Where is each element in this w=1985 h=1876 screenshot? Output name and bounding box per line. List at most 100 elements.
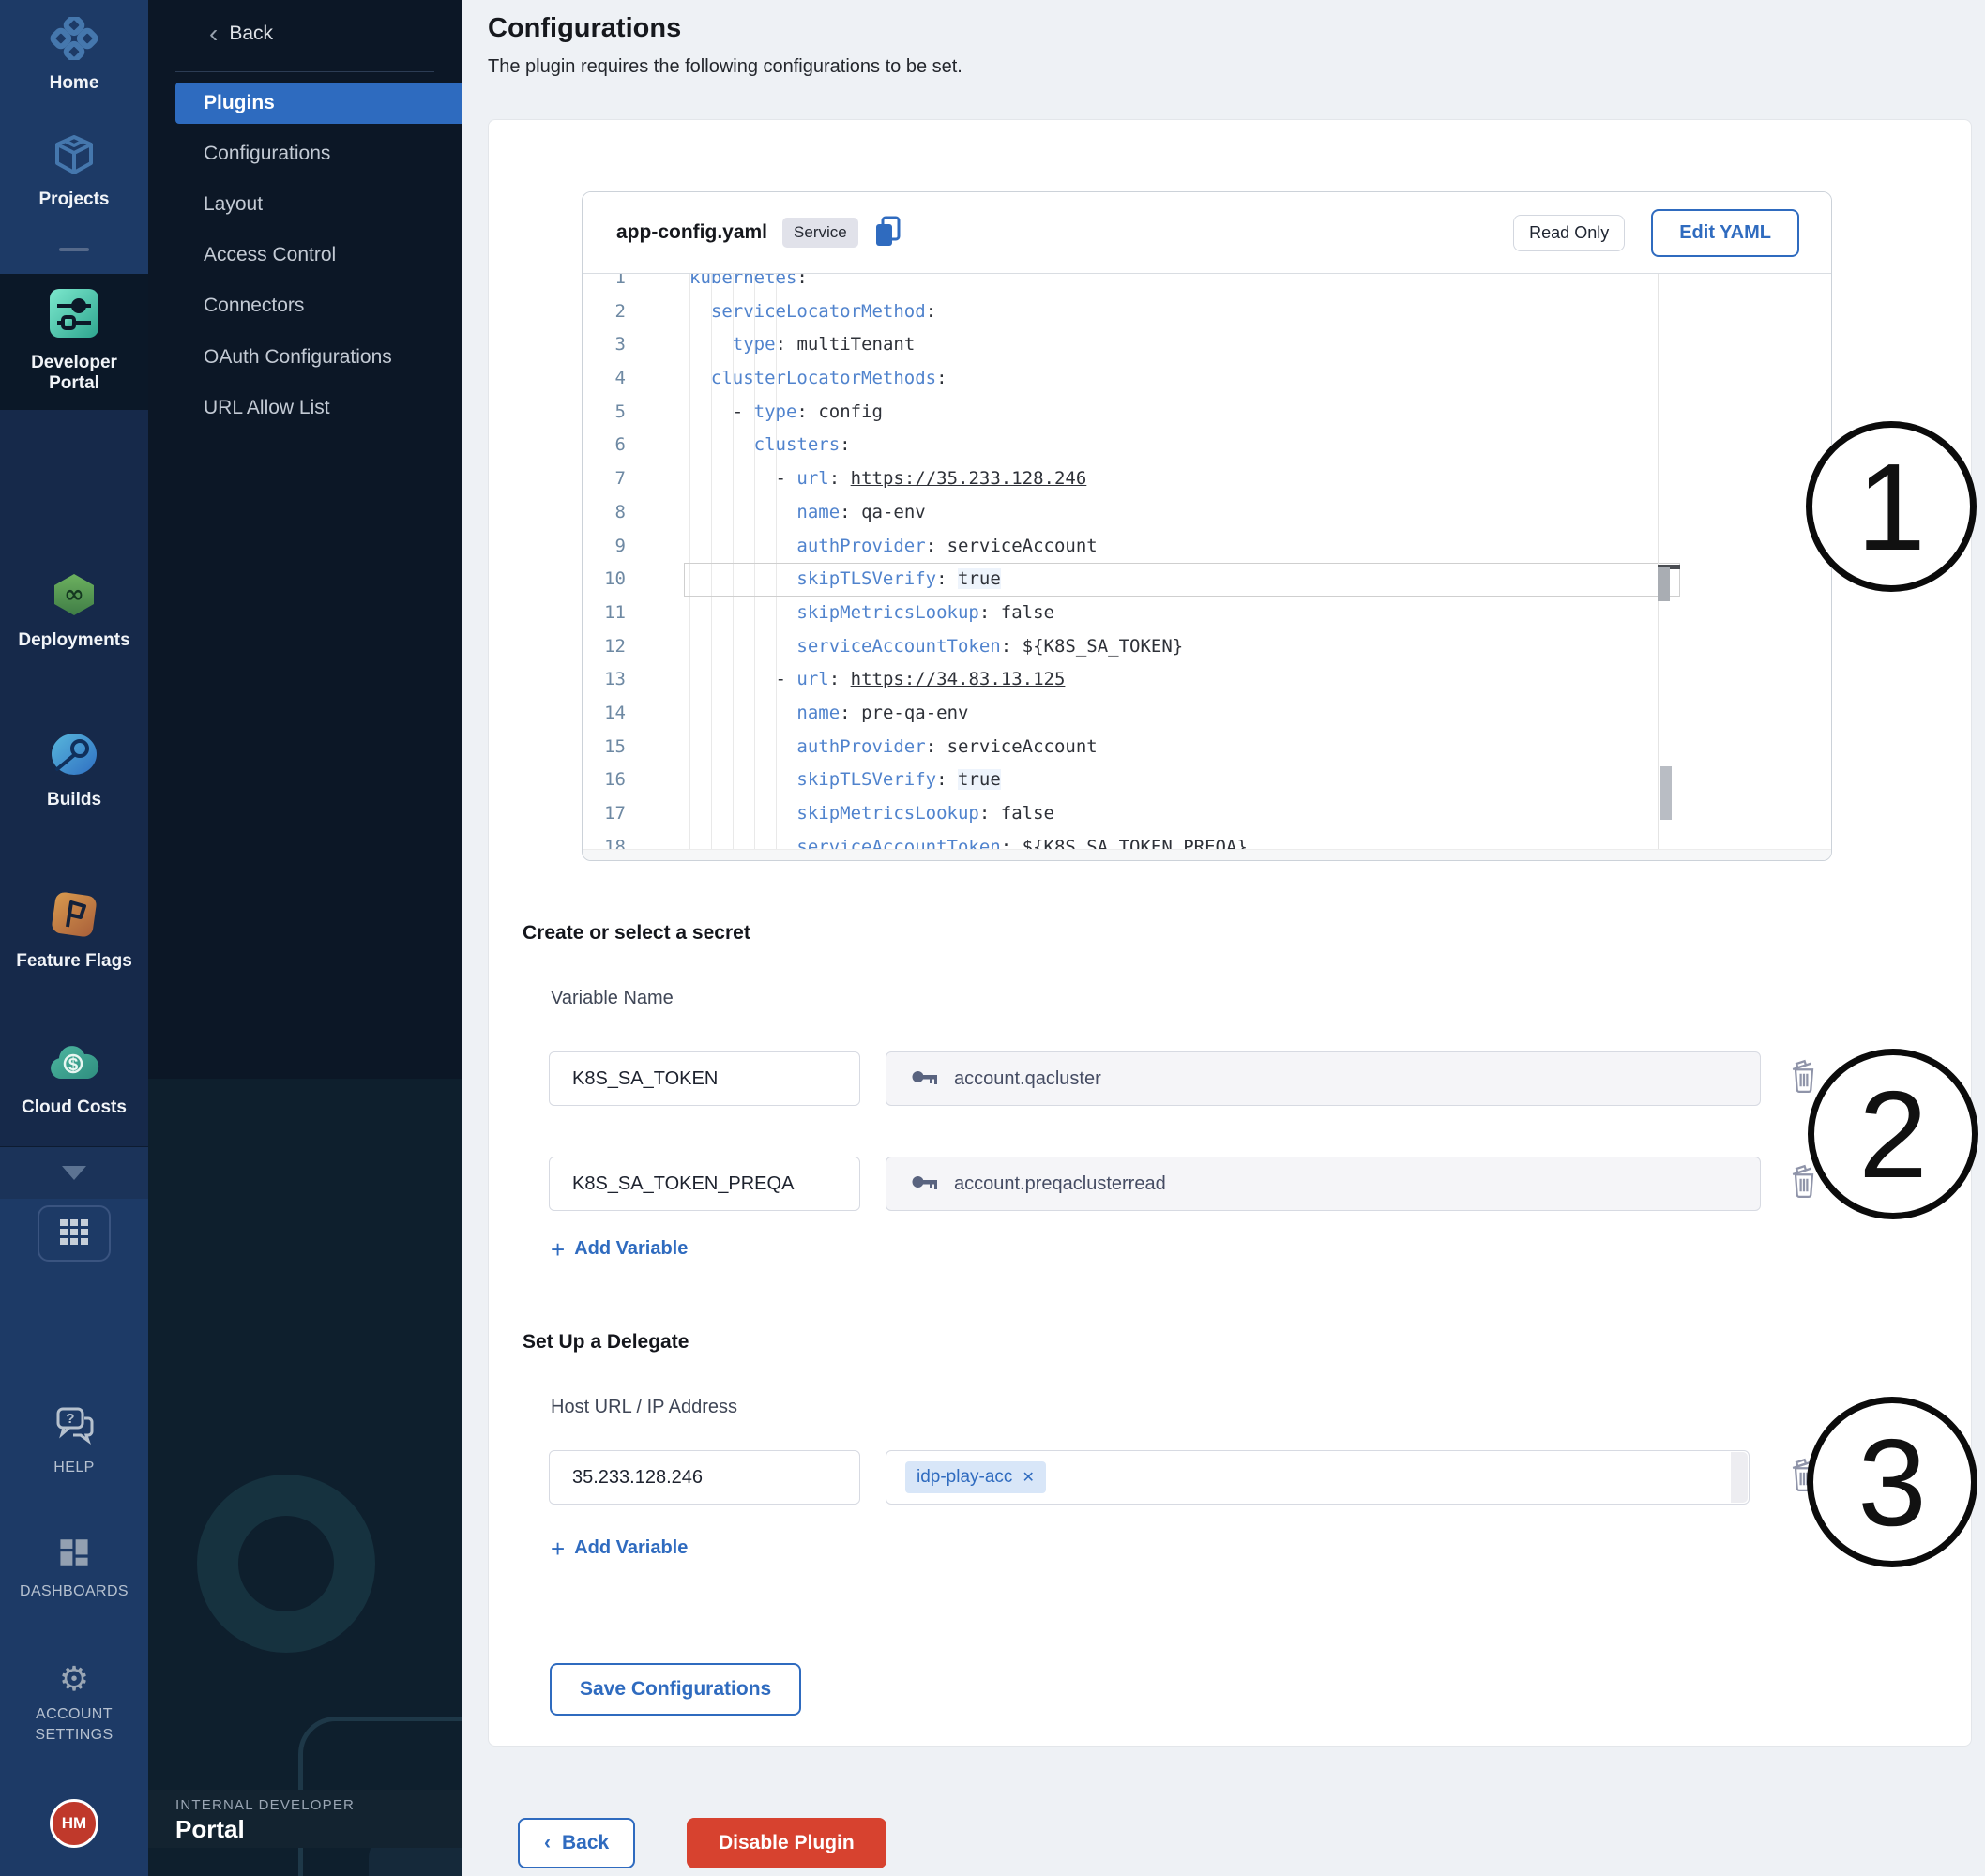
add-variable-label: Add Variable [574, 1537, 688, 1559]
delegate-tag-label: idp-play-acc [917, 1467, 1012, 1488]
secret-select-field[interactable]: account.qacluster [886, 1051, 1761, 1106]
plus-icon: + [551, 1539, 565, 1558]
annotation-circle-2: 2 [1808, 1049, 1978, 1219]
plugin-sidebar: ‹ Back Plugins Configurations Layout Acc… [148, 0, 462, 1876]
copy-icon[interactable] [873, 215, 902, 251]
disable-plugin-button[interactable]: Disable Plugin [687, 1818, 886, 1868]
rail-item-label: DASHBOARDS [20, 1581, 129, 1602]
rail-item-account-settings[interactable]: ⚙ ACCOUNT SETTINGS [0, 1662, 148, 1746]
delegate-tags-field[interactable]: idp-play-acc ✕ [886, 1450, 1750, 1505]
rail-item-help[interactable]: ? HELP [0, 1405, 148, 1478]
horizontal-scrollbar[interactable] [583, 849, 1831, 860]
main-content: Configurations The plugin requires the f… [462, 0, 1985, 1876]
secret-value: account.preqaclusterread [954, 1173, 1166, 1195]
rail-item-label: Deployments [18, 630, 129, 651]
key-icon [911, 1172, 939, 1196]
delegate-tag-chip: idp-play-acc ✕ [905, 1461, 1046, 1493]
svg-text:?: ? [66, 1411, 74, 1427]
code-line: 6 clusters: [583, 429, 1831, 462]
add-variable-button[interactable]: + Add Variable [551, 1238, 688, 1260]
rail-item-label: ACCOUNT SETTINGS [23, 1704, 126, 1746]
code-line: 9 authProvider: serviceAccount [583, 530, 1831, 564]
scrollbar-thumb[interactable] [1660, 766, 1672, 820]
secret-value: account.qacluster [954, 1068, 1101, 1090]
annotation-circle-1: 1 [1806, 421, 1977, 592]
add-variable-button[interactable]: + Add Variable [551, 1537, 688, 1559]
scrollbar-thumb[interactable] [1658, 567, 1670, 601]
projects-icon [51, 133, 98, 181]
user-avatar[interactable]: HM [50, 1799, 98, 1848]
rail-collapse-chevron-icon[interactable] [62, 1166, 86, 1180]
remove-tag-icon[interactable]: ✕ [1022, 1468, 1034, 1487]
code-line: 12 serviceAccountToken: ${K8S_SA_TOKEN} [583, 630, 1831, 664]
cloud-costs-icon: $ [48, 1041, 100, 1089]
rail-item-deployments[interactable]: ∞ Deployments [0, 572, 148, 651]
rail-item-developer-portal[interactable]: Developer Portal [0, 287, 148, 394]
editor-filename: app-config.yaml [616, 221, 767, 244]
code-line: 7 - url: https://35.233.128.246 [583, 462, 1831, 496]
code-area[interactable]: 1kubernetes:2 serviceLocatorMethod:3 typ… [583, 274, 1831, 849]
variable-name-input[interactable] [549, 1157, 860, 1211]
sidebar-item-url-allow-list[interactable]: URL Allow List [204, 397, 330, 419]
code-line: 1kubernetes: [583, 274, 1831, 295]
host-url-input[interactable] [549, 1450, 860, 1505]
page-subtitle: The plugin requires the following config… [488, 56, 962, 78]
back-button[interactable]: ‹ Back [518, 1818, 635, 1868]
secret-select-field[interactable]: account.preqaclusterread [886, 1157, 1761, 1211]
configurations-card: app-config.yaml Service Read Only Edit Y… [488, 119, 1972, 1747]
read-only-badge: Read Only [1513, 215, 1625, 251]
feature-flags-icon [49, 891, 99, 943]
host-url-label: Host URL / IP Address [551, 1397, 737, 1418]
sidebar-item-oauth-configurations[interactable]: OAuth Configurations [204, 346, 392, 369]
sidebar-item-configurations[interactable]: Configurations [204, 143, 330, 165]
footer-kicker: INTERNAL DEVELOPER [175, 1797, 462, 1813]
code-line: 16 skipTLSVerify: true [583, 764, 1831, 797]
footer-title: Portal [175, 1815, 462, 1844]
developer-portal-icon [48, 287, 100, 344]
page-title: Configurations [488, 13, 681, 44]
rail-item-label: Cloud Costs [22, 1097, 127, 1118]
rail-item-cloud-costs[interactable]: $ Cloud Costs [0, 1041, 148, 1118]
rail-item-label: Developer Portal [13, 353, 135, 394]
code-line: 17 skipMetricsLookup: false [583, 797, 1831, 831]
save-configurations-button[interactable]: Save Configurations [550, 1663, 801, 1716]
rail-divider [59, 248, 89, 251]
sidebar-item-label: Plugins [204, 92, 275, 114]
delete-variable-button[interactable] [1785, 1056, 1823, 1097]
sidebar-item-access-control[interactable]: Access Control [204, 244, 336, 266]
apps-grid-icon [58, 1218, 90, 1250]
rail-item-dashboards[interactable]: DASHBOARDS [0, 1536, 148, 1602]
key-icon [911, 1067, 939, 1091]
rail-item-home[interactable]: Home [0, 17, 148, 94]
code-line: 11 skipMetricsLookup: false [583, 597, 1831, 630]
rail-item-label: Projects [39, 189, 110, 210]
code-lines: 1kubernetes:2 serviceLocatorMethod:3 typ… [583, 274, 1831, 849]
dashboards-icon [57, 1536, 91, 1573]
code-line: 4 clusterLocatorMethods: [583, 362, 1831, 396]
code-line: 10 skipTLSVerify: true [583, 563, 1831, 597]
rail-item-projects[interactable]: Projects [0, 133, 148, 210]
rail-item-feature-flags[interactable]: Feature Flags [0, 891, 148, 972]
secret-section-heading: Create or select a secret [523, 922, 750, 945]
variable-name-input[interactable] [549, 1051, 860, 1106]
decorative-ring [197, 1475, 375, 1653]
rail-item-label: HELP [53, 1458, 94, 1478]
code-line: 13 - url: https://34.83.13.125 [583, 663, 1831, 697]
back-button-label: Back [562, 1832, 609, 1853]
chevron-left-icon: ‹ [544, 1832, 551, 1853]
back-nav-link[interactable]: ‹ Back [209, 21, 273, 47]
sidebar-item-connectors[interactable]: Connectors [204, 295, 304, 317]
annotation-circle-3: 3 [1807, 1397, 1977, 1567]
module-picker-button[interactable] [38, 1205, 111, 1262]
variable-name-label: Variable Name [551, 988, 674, 1009]
rail-item-builds[interactable]: Builds [0, 732, 148, 810]
sidebar-item-layout[interactable]: Layout [204, 193, 263, 216]
sidebar-item-plugins[interactable]: Plugins [175, 83, 462, 124]
chevron-left-icon: ‹ [209, 21, 218, 47]
add-variable-label: Add Variable [574, 1238, 688, 1260]
sidebar-footer: INTERNAL DEVELOPER Portal [148, 1790, 462, 1848]
delegate-section-heading: Set Up a Delegate [523, 1331, 689, 1354]
editor-header: app-config.yaml Service Read Only Edit Y… [583, 192, 1831, 274]
edit-yaml-button[interactable]: Edit YAML [1651, 209, 1799, 257]
rail-item-label: Feature Flags [16, 951, 132, 972]
